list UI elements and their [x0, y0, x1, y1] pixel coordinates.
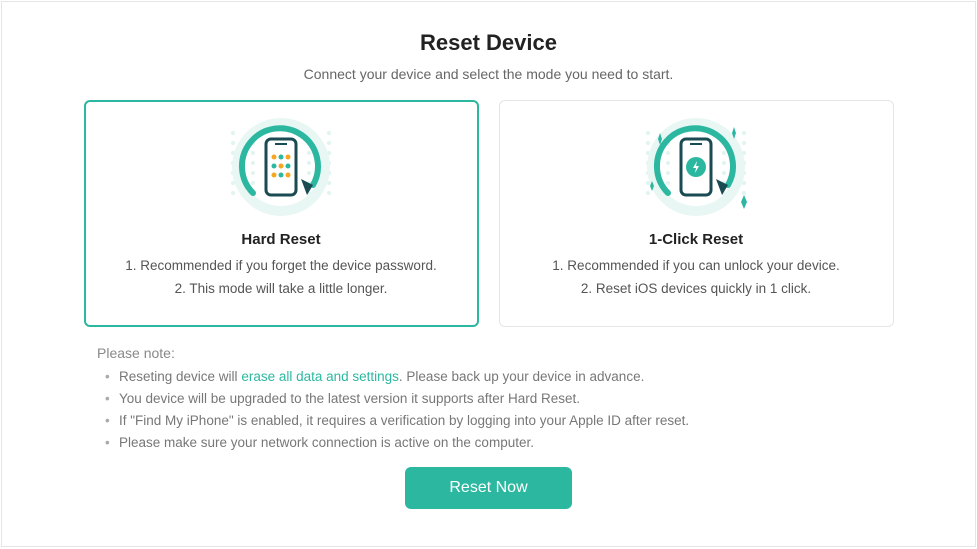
mode-cards: Hard Reset 1. Recommended if you forget …: [42, 100, 935, 327]
hard-reset-icon: [103, 113, 460, 221]
notes-section: Please note: Reseting device will erase …: [97, 345, 880, 457]
notes-heading: Please note:: [97, 345, 880, 361]
page-title: Reset Device: [42, 30, 935, 56]
note-1-prefix: Reseting device will: [119, 369, 241, 384]
note-item-2: You device will be upgraded to the lates…: [105, 391, 880, 406]
note-item-3: If "Find My iPhone" is enabled, it requi…: [105, 413, 880, 428]
card-hard-reset-title: Hard Reset: [103, 231, 460, 248]
note-1-highlight: erase all data and settings: [241, 369, 399, 384]
card-hard-reset-line2: 2. This mode will take a little longer.: [103, 281, 460, 296]
page-subtitle: Connect your device and select the mode …: [42, 66, 935, 82]
card-one-click-reset-line2: 2. Reset iOS devices quickly in 1 click.: [518, 281, 875, 296]
card-hard-reset[interactable]: Hard Reset 1. Recommended if you forget …: [84, 100, 479, 327]
one-click-reset-icon: [518, 113, 875, 221]
note-1-suffix: . Please back up your device in advance.: [399, 369, 644, 384]
card-hard-reset-line1: 1. Recommended if you forget the device …: [103, 258, 460, 273]
card-one-click-reset-title: 1-Click Reset: [518, 231, 875, 248]
note-item-4: Please make sure your network connection…: [105, 435, 880, 450]
note-item-1: Reseting device will erase all data and …: [105, 369, 880, 384]
card-one-click-reset-line1: 1. Recommended if you can unlock your de…: [518, 258, 875, 273]
card-one-click-reset[interactable]: 1-Click Reset 1. Recommended if you can …: [499, 100, 894, 327]
reset-now-button[interactable]: Reset Now: [405, 467, 571, 509]
